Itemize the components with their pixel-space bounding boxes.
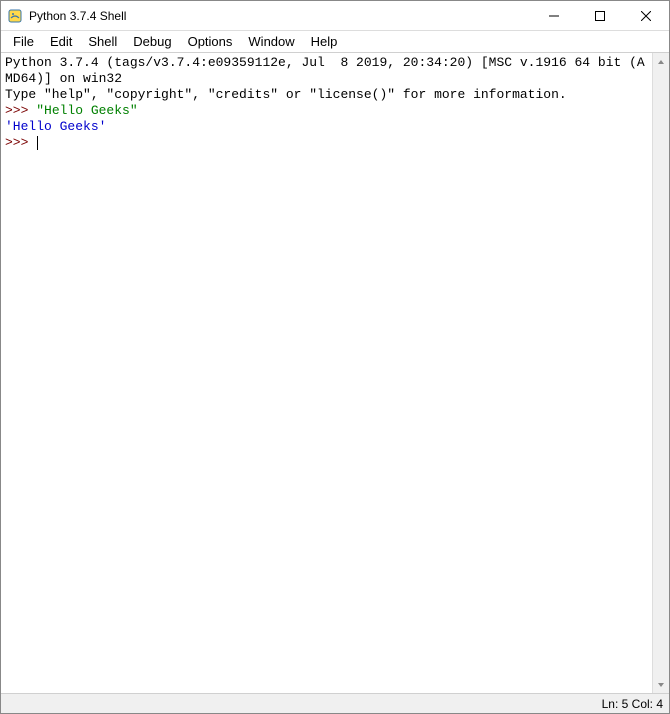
text-cursor (37, 136, 38, 150)
close-button[interactable] (623, 1, 669, 30)
menu-help[interactable]: Help (303, 32, 346, 51)
app-icon (7, 8, 23, 24)
menu-shell[interactable]: Shell (80, 32, 125, 51)
input-line-1: "Hello Geeks" (36, 103, 137, 118)
window-title: Python 3.7.4 Shell (29, 9, 531, 23)
maximize-button[interactable] (577, 1, 623, 30)
menu-file[interactable]: File (5, 32, 42, 51)
prompt: >>> (5, 135, 36, 150)
scroll-down-button[interactable] (653, 676, 669, 693)
menu-debug[interactable]: Debug (125, 32, 179, 51)
menu-options[interactable]: Options (180, 32, 241, 51)
vertical-scrollbar[interactable] (652, 53, 669, 693)
output-line-1: 'Hello Geeks' (5, 119, 106, 134)
cursor-position: Ln: 5 Col: 4 (602, 697, 663, 711)
statusbar: Ln: 5 Col: 4 (1, 693, 669, 713)
window-controls (531, 1, 669, 30)
scroll-up-button[interactable] (653, 53, 669, 70)
minimize-button[interactable] (531, 1, 577, 30)
menubar: File Edit Shell Debug Options Window Hel… (1, 31, 669, 53)
banner-line-1: Python 3.7.4 (tags/v3.7.4:e09359112e, Ju… (5, 55, 645, 86)
prompt: >>> (5, 103, 36, 118)
editor-area: Python 3.7.4 (tags/v3.7.4:e09359112e, Ju… (1, 53, 669, 693)
shell-editor[interactable]: Python 3.7.4 (tags/v3.7.4:e09359112e, Ju… (1, 53, 652, 693)
menu-edit[interactable]: Edit (42, 32, 80, 51)
menu-window[interactable]: Window (240, 32, 302, 51)
banner-line-2: Type "help", "copyright", "credits" or "… (5, 87, 567, 102)
titlebar: Python 3.7.4 Shell (1, 1, 669, 31)
